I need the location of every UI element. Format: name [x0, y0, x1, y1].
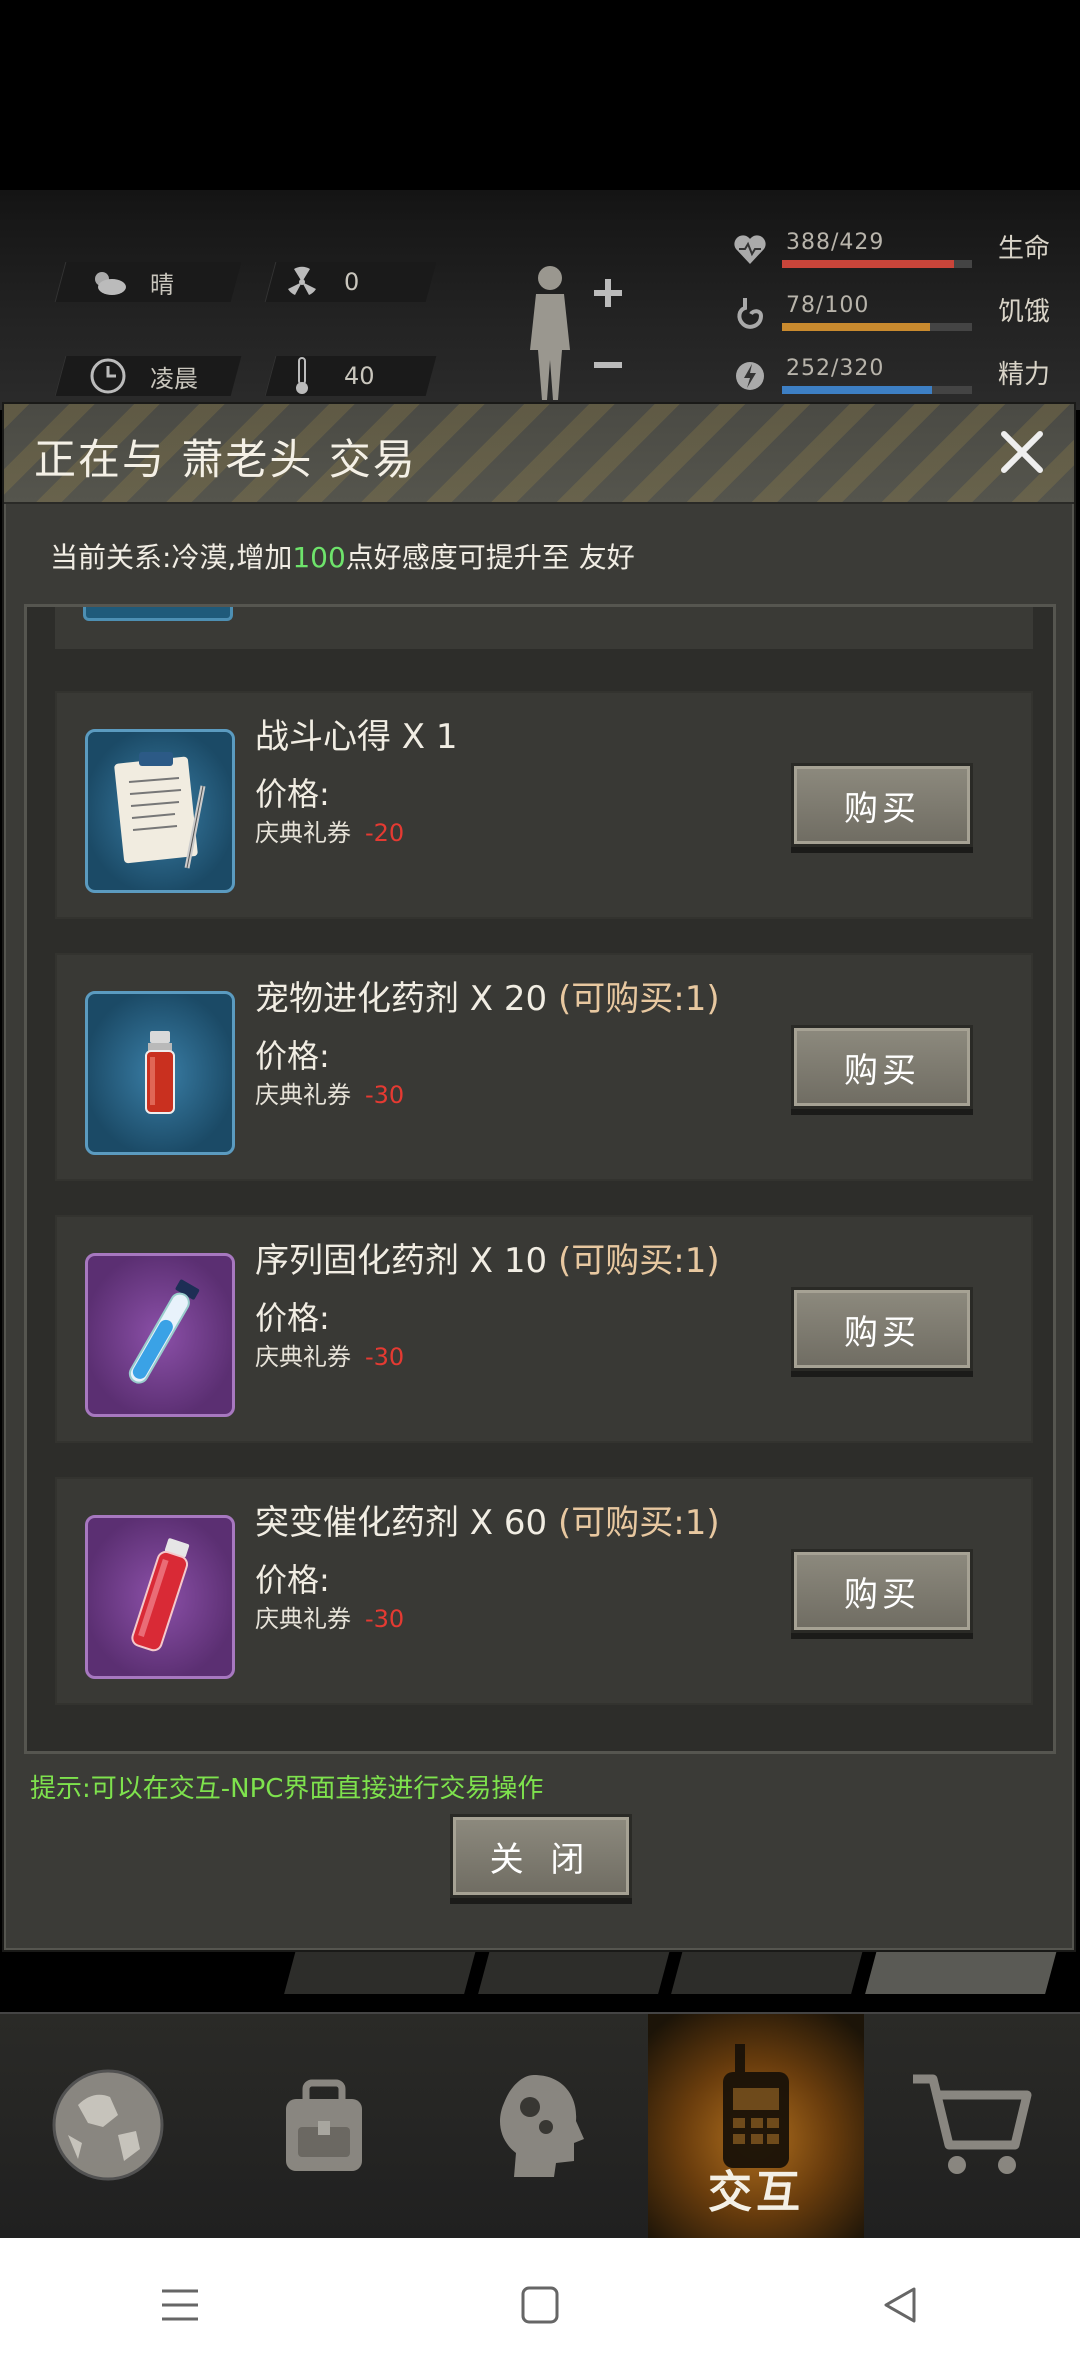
price-cost: -30: [365, 1605, 405, 1633]
hunger-label: 饥饿: [997, 297, 1050, 327]
purchase-limit: (可购买:1): [557, 979, 720, 1019]
cloud-sun-icon: [88, 262, 128, 302]
buy-button[interactable]: 购买: [791, 1549, 973, 1633]
health-bar: [782, 260, 972, 268]
nav-backpack[interactable]: [216, 2014, 432, 2240]
item-price: 庆典礼券 -30: [255, 1599, 404, 1634]
currency-name: 庆典礼券: [255, 819, 351, 847]
buy-button[interactable]: 购买: [791, 1025, 973, 1109]
price-cost: -30: [365, 1343, 405, 1371]
item-name: 战斗心得 X 1: [255, 717, 458, 757]
red-vial-icon: [85, 991, 235, 1155]
subtab-1: [284, 1950, 476, 1994]
item-name: 宠物进化药剂 X 20 (可购买:1): [255, 979, 720, 1019]
health-value: 388/429: [786, 230, 885, 255]
nav-interact-label: 交互: [708, 2167, 804, 2218]
relation-status: 当前关系:冷漠,增加100点好感度可提升至 友好: [50, 536, 635, 576]
trade-dialog: 正在与 萧老头 交易 当前关系:冷漠,增加100点好感度可提升至 友好 战斗心得…: [2, 402, 1076, 1952]
radiation-icon: [282, 262, 322, 302]
item-price: 庆典礼券 -30: [255, 1337, 404, 1372]
radiation-value: 0: [344, 268, 360, 296]
hunger-stat: 78/100 饥饿: [730, 293, 1060, 349]
subtab-3: [671, 1950, 863, 1994]
system-nav-bar: [0, 2238, 1080, 2372]
price-label: 价格:: [255, 1299, 330, 1337]
trade-item: 突变催化药剂 X 60 (可购买:1) 价格: 庆典礼券 -30 购买: [55, 1477, 1033, 1705]
item-price: 庆典礼券 -20: [255, 813, 404, 848]
body-status-button[interactable]: [520, 260, 630, 410]
clock-icon: [88, 356, 128, 396]
nav-world[interactable]: [0, 2014, 216, 2240]
trade-item-list[interactable]: 战斗心得 X 1 价格: 庆典礼券 -20 购买 宠物进化药剂 X 20 (可购买…: [24, 604, 1056, 1754]
trade-item: 序列固化药剂 X 10 (可购买:1) 价格: 庆典礼券 -30 购买: [55, 1215, 1033, 1443]
relation-suffix: 点好感度可提升至 友好: [345, 541, 635, 574]
energy-label: 精力: [997, 360, 1050, 390]
energy-bar: [782, 386, 972, 394]
nav-shop[interactable]: [864, 2014, 1080, 2240]
purchase-limit: (可购买:1): [557, 1503, 720, 1543]
health-label: 生命: [997, 234, 1050, 264]
price-label: 价格:: [255, 775, 330, 813]
price-cost: -30: [365, 1081, 405, 1109]
nav-skills[interactable]: [432, 2014, 648, 2240]
price-label: 价格:: [255, 1561, 330, 1599]
relation-prefix: 当前关系:冷漠,增加: [50, 541, 293, 574]
close-icon[interactable]: [992, 422, 1052, 482]
globe-icon: [48, 2065, 168, 2189]
health-stat: 388/429 生命: [730, 230, 1060, 286]
npc-subtabs: [284, 1950, 1056, 1994]
energy-value: 252/320: [786, 356, 885, 381]
buy-button[interactable]: 购买: [791, 1287, 973, 1371]
home-icon[interactable]: [480, 2265, 600, 2345]
time-of-day-value: 凌晨: [150, 364, 198, 393]
weather-value: 晴: [150, 270, 174, 299]
price-cost: -20: [365, 819, 405, 847]
currency-name: 庆典礼券: [255, 1343, 351, 1371]
menu-icon[interactable]: [120, 2265, 240, 2345]
backpack-icon: [264, 2065, 384, 2189]
hunger-bar: [782, 323, 972, 331]
dialog-header: 正在与 萧老头 交易: [4, 404, 1074, 504]
close-button[interactable]: 关 闭: [450, 1814, 632, 1898]
buy-button[interactable]: 购买: [791, 763, 973, 847]
purchase-limit: (可购买:1): [557, 1241, 720, 1281]
price-label: 价格:: [255, 1037, 330, 1075]
stomach-icon: [730, 293, 770, 333]
partial-item-icon: [83, 607, 233, 621]
red-flask-icon: [85, 1515, 235, 1679]
subtab-2: [477, 1950, 669, 1994]
dialog-title: 正在与 萧老头 交易: [34, 435, 417, 484]
bottom-nav: 交互: [0, 2012, 1080, 2240]
lightning-icon: [730, 356, 770, 396]
trade-item: 宠物进化药剂 X 20 (可购买:1) 价格: 庆典礼券 -30 购买: [55, 953, 1033, 1181]
subtab-4: [864, 1950, 1056, 1994]
heart-pulse-icon: [730, 230, 770, 270]
head-gears-icon: [480, 2065, 600, 2189]
shopping-cart-icon: [907, 2065, 1037, 2189]
item-name: 突变催化药剂 X 60 (可购买:1): [255, 1503, 720, 1543]
currency-name: 庆典礼券: [255, 1081, 351, 1109]
item-name: 序列固化药剂 X 10 (可购买:1): [255, 1241, 720, 1281]
thermometer-icon: [282, 356, 322, 396]
blue-test-tube-icon: [85, 1253, 235, 1417]
notes-clipboard-icon: [85, 729, 235, 893]
relation-points: 100: [292, 541, 346, 574]
hunger-value: 78/100: [786, 293, 870, 318]
currency-name: 庆典礼券: [255, 1605, 351, 1633]
temperature-value: 40: [344, 362, 375, 390]
trade-item: 战斗心得 X 1 价格: 庆典礼券 -20 购买: [55, 691, 1033, 919]
trade-hint: 提示:可以在交互-NPC界面直接进行交易操作: [30, 1774, 544, 1804]
status-hud: 晴 0 凌晨 40 388/429 生命 78/100 饥饿 252/320 精…: [0, 190, 1080, 410]
back-icon[interactable]: [840, 2265, 960, 2345]
partial-list-item: [55, 607, 1033, 649]
item-price: 庆典礼券 -30: [255, 1075, 404, 1110]
nav-interact[interactable]: 交互: [648, 2014, 864, 2240]
